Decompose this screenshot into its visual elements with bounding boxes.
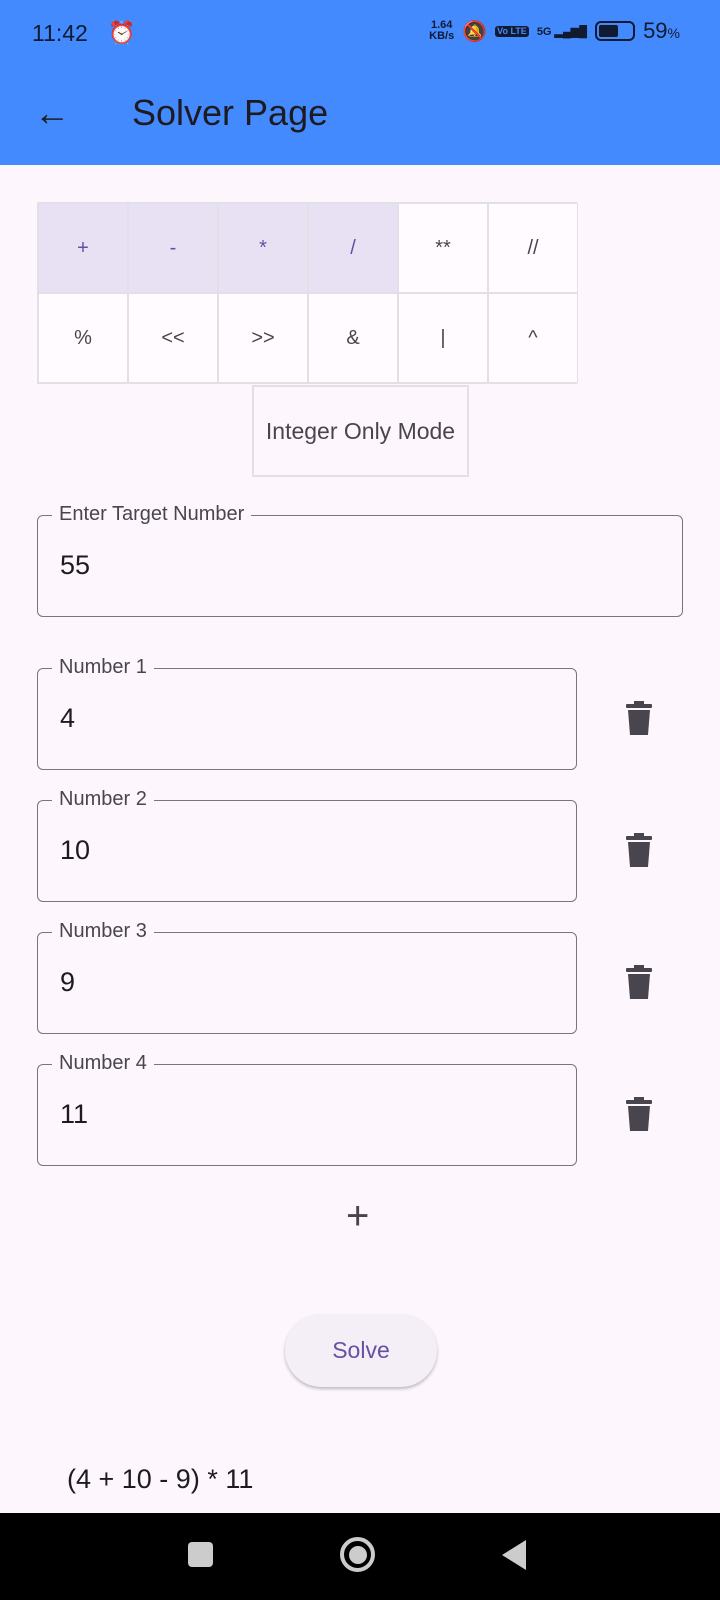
operator-grid: + - * / **//% << >> & | ^ (37, 202, 578, 384)
recents-button[interactable] (188, 1542, 213, 1567)
back-button[interactable] (502, 1540, 526, 1570)
target-number-value[interactable]: 55 (60, 550, 90, 581)
number-field[interactable]: Number 2 10 (37, 788, 577, 902)
number-label: Number 2 (52, 788, 154, 811)
number-field[interactable]: Number 3 9 (37, 920, 577, 1034)
alarm-icon: ⏰ (108, 20, 136, 45)
operator-toggle[interactable]: >> (218, 293, 308, 383)
solve-button[interactable]: Solve (285, 1314, 437, 1387)
delete-icon[interactable] (626, 965, 652, 999)
number-field[interactable]: Number 1 4 (37, 656, 577, 770)
target-number-field[interactable]: Enter Target Number 55 (37, 503, 683, 617)
speed-unit: KB/s (429, 30, 455, 42)
back-arrow-icon[interactable]: ← (34, 92, 70, 134)
battery-value: 59 (643, 18, 668, 43)
delete-icon[interactable] (626, 1097, 652, 1131)
add-number-button[interactable]: + (346, 1196, 369, 1236)
battery-unit: % (667, 25, 680, 41)
operator-toggle[interactable]: + (38, 203, 128, 293)
navigation-bar (0, 1513, 720, 1600)
operator-toggle[interactable]: & (308, 293, 398, 383)
operator-toggle[interactable]: // (488, 203, 578, 293)
number-value[interactable]: 10 (60, 835, 90, 866)
operator-toggle[interactable]: ^ (488, 293, 578, 383)
solution-text: (4 + 10 - 9) * 11 (67, 1464, 254, 1494)
notifications-off-icon: 🔕 (462, 20, 488, 43)
operator-toggle[interactable]: << (128, 293, 218, 383)
battery-percent: 59% (643, 18, 680, 44)
battery-icon (595, 21, 636, 41)
delete-icon[interactable] (626, 833, 652, 867)
signal-icon: 5G ▂▄▆█ (536, 25, 588, 38)
home-button[interactable] (340, 1537, 375, 1572)
operator-toggle[interactable]: * (218, 203, 308, 293)
number-label: Number 3 (52, 920, 154, 943)
number-label: Number 1 (52, 656, 154, 679)
integer-only-mode-toggle[interactable]: Integer Only Mode (252, 385, 469, 477)
network-type: 5G (536, 25, 552, 38)
clock: 11:42 (32, 20, 88, 46)
operator-toggle[interactable]: - (128, 203, 218, 293)
number-value[interactable]: 4 (60, 703, 75, 734)
volte-icon: Vo LTE (495, 25, 529, 37)
app-bar: ← Solver Page (0, 68, 720, 165)
number-field[interactable]: Number 4 11 (37, 1052, 577, 1166)
page-title: Solver Page (132, 92, 329, 133)
operator-toggle[interactable]: ** (398, 203, 488, 293)
operator-toggle[interactable]: % (38, 293, 128, 383)
number-value[interactable]: 11 (60, 1099, 88, 1130)
status-bar: 11:42 ⏰ 1.64 KB/s 🔕 Vo LTE 5G ▂▄▆█ 59% (0, 0, 720, 68)
number-value[interactable]: 9 (60, 967, 75, 998)
target-number-label: Enter Target Number (52, 503, 252, 526)
operator-toggle[interactable]: | (398, 293, 488, 383)
network-speed: 1.64 KB/s (429, 20, 454, 42)
number-label: Number 4 (52, 1052, 154, 1075)
delete-icon[interactable] (626, 701, 652, 735)
operator-toggle[interactable]: / (308, 203, 398, 293)
